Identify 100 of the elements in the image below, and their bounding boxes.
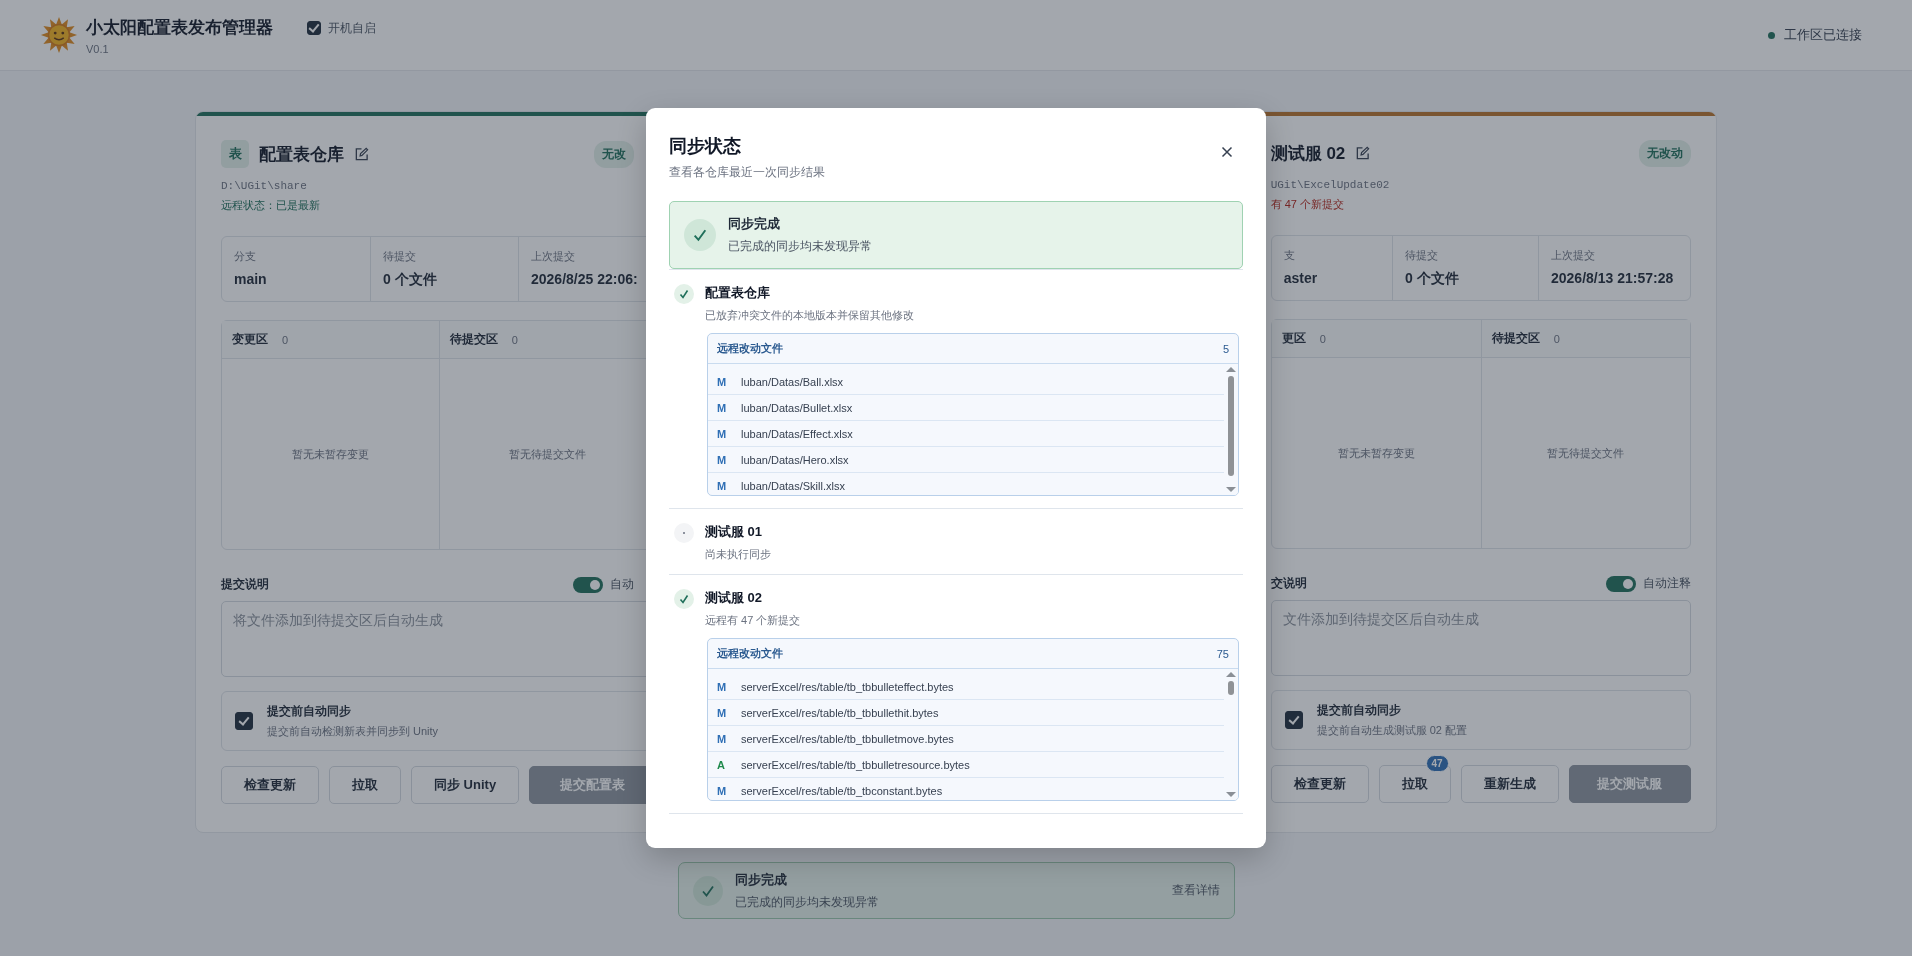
- repo-icon: 表: [221, 140, 249, 168]
- sync-result: 尚未执行同步: [705, 547, 771, 562]
- action-button[interactable]: 检查更新: [1270, 765, 1369, 803]
- file-path: serverExcel/res/table/tb_tbconstant.bytes: [741, 784, 943, 797]
- stat-label: 待提交: [1405, 248, 1439, 263]
- commit-message-label: 提交说明: [221, 576, 269, 593]
- repo-name: 测试服 01: [705, 523, 764, 541]
- scrollbar[interactable]: [1224, 364, 1238, 495]
- files-title: 远程改动文件: [717, 646, 783, 661]
- auto-sync-description: 提交前自动检测新表并同步到 Unity: [267, 724, 439, 739]
- toast-title: 同步完成: [735, 870, 788, 889]
- status-badge: 无改: [594, 140, 635, 168]
- stat-value: 2026/8/25 22:06:: [531, 271, 639, 287]
- remote-status: 远程状态：已是最新: [221, 198, 321, 213]
- panel-title: 更区: [1281, 330, 1306, 347]
- repo-name: 测试服 02: [705, 589, 764, 607]
- panel-title: 变更区: [232, 331, 268, 348]
- file-status: M: [717, 732, 727, 745]
- auto-sync-checkbox[interactable]: [235, 712, 253, 730]
- file-path: luban/Datas/Ball.xlsx: [741, 375, 844, 388]
- stat-label: 支: [1283, 248, 1296, 263]
- auto-sync-description: 提交前自动生成测试服 02 配置: [1316, 723, 1467, 738]
- app-title: 小太阳配置表发布管理器: [86, 16, 273, 39]
- repo-name: 配置表仓库: [705, 284, 771, 302]
- panel-title: 待提交区: [1491, 330, 1540, 347]
- count-badge: 47: [1425, 755, 1449, 772]
- stat-value: aster: [1283, 270, 1319, 286]
- edit-icon[interactable]: [1355, 146, 1371, 161]
- commit-message-label: 交说明: [1270, 575, 1307, 592]
- toggle-label: 自动: [610, 576, 635, 593]
- repo-title: 配置表仓库: [259, 143, 344, 166]
- stat-label: 分支: [234, 249, 257, 264]
- remote-status: 有 47 个新提交: [1270, 197, 1345, 212]
- close-icon[interactable]: [1221, 146, 1233, 158]
- file-path: serverExcel/res/table/tb_tbbulletmove.bytes: [741, 732, 954, 745]
- file-path: serverExcel/res/table/tb_tbbullethit.bytes: [741, 706, 939, 719]
- auto-sync-title: 提交前自动同步: [1316, 702, 1402, 719]
- stat-value: 0 个文件: [383, 271, 438, 289]
- panel-count: 0: [511, 333, 518, 346]
- stat-value: 0 个文件: [1405, 270, 1460, 288]
- commit-message-field[interactable]: 文件添加到待提交区后自动生成: [1270, 600, 1691, 676]
- summary-title: 同步完成: [728, 215, 781, 233]
- empty-message: 暂无未暂存变更: [1337, 445, 1415, 461]
- stat-label: 上次提交: [1551, 248, 1596, 263]
- file-path: luban/Datas/Hero.xlsx: [741, 453, 849, 466]
- empty-message: 暂无待提交文件: [509, 446, 586, 462]
- edit-icon[interactable]: [354, 146, 369, 162]
- repo-path: UGit\ExcelUpdate02: [1270, 179, 1391, 191]
- action-button[interactable]: 检查更新: [221, 766, 319, 804]
- version-label: V0.1: [86, 42, 110, 55]
- sun-logo-icon: [40, 16, 78, 54]
- panel-title: 待提交区: [449, 331, 498, 348]
- action-button[interactable]: 同步 Unity: [411, 766, 520, 804]
- files-count: 5: [1222, 342, 1229, 355]
- empty-message: 暂无待提交文件: [1547, 445, 1625, 461]
- dialog-subtitle: 查看各仓库最近一次同步结果: [669, 164, 825, 181]
- file-status: M: [717, 784, 727, 797]
- file-status: A: [717, 758, 726, 771]
- panel-count: 0: [282, 333, 289, 346]
- connection-status: 工作区已连接: [1784, 26, 1862, 44]
- action-button[interactable]: 重新生成: [1460, 765, 1559, 803]
- auto-comment-toggle[interactable]: [573, 576, 604, 593]
- files-count: 75: [1216, 647, 1229, 660]
- check-icon: [684, 219, 716, 251]
- repo-title: 测试服 02: [1270, 143, 1346, 165]
- file-path: luban/Datas/Bullet.xlsx: [741, 401, 853, 414]
- empty-message: 暂无未暂存变更: [291, 446, 369, 462]
- autostart-label: 开机自启: [328, 19, 376, 37]
- toast-description: 已完成的同步均未发现异常: [735, 893, 879, 911]
- files-title: 远程改动文件: [717, 341, 783, 356]
- file-status: M: [717, 453, 727, 466]
- file-path: serverExcel/res/table/tb_tbbulleteffect.bytes: [741, 680, 954, 693]
- check-icon: [693, 875, 723, 906]
- dialog-title: 同步状态: [669, 135, 742, 158]
- stat-label: 待提交: [383, 249, 417, 264]
- file-status: M: [717, 401, 727, 414]
- auto-sync-checkbox[interactable]: [1284, 711, 1303, 729]
- sync-result: 已放弃冲突文件的本地版本并保留其他修改: [705, 308, 914, 323]
- file-path: luban/Datas/Effect.xlsx: [741, 427, 853, 440]
- auto-comment-toggle[interactable]: [1606, 575, 1636, 592]
- panel-count: 0: [1319, 332, 1326, 345]
- file-status: M: [717, 706, 727, 719]
- file-status: M: [717, 680, 727, 693]
- action-button[interactable]: 拉取: [329, 766, 401, 804]
- summary-description: 已完成的同步均未发现异常: [728, 238, 872, 255]
- stat-value: main: [234, 271, 268, 287]
- file-path: serverExcel/res/table/tb_tbbulletresource.bytes: [741, 758, 970, 771]
- file-path: luban/Datas/Skill.xlsx: [741, 479, 845, 492]
- file-status: M: [717, 375, 727, 388]
- autostart-checkbox[interactable]: [307, 21, 321, 35]
- repo-path: D:\UGit\share: [221, 180, 308, 192]
- view-details-link[interactable]: 查看详情: [1172, 882, 1220, 899]
- auto-sync-title: 提交前自动同步: [267, 703, 352, 720]
- stat-label: 上次提交: [531, 249, 576, 264]
- stat-value: 2026/8/13 21:57:28: [1551, 270, 1675, 286]
- file-status: M: [717, 427, 727, 440]
- panel-count: 0: [1553, 332, 1560, 345]
- file-status: M: [717, 479, 727, 492]
- status-badge: 无改动: [1639, 140, 1691, 167]
- scrollbar[interactable]: [1224, 669, 1238, 800]
